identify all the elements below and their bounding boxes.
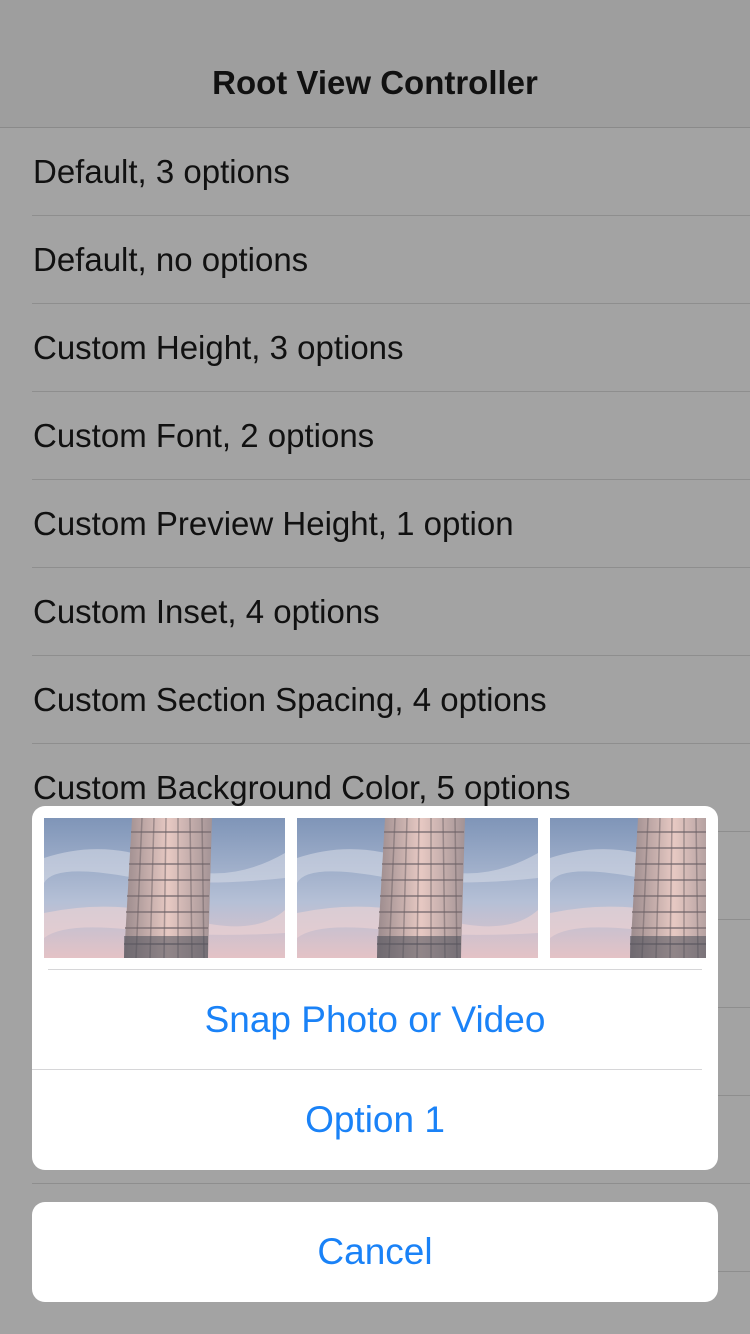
list-item-label: Custom Height, 3 options [33,329,404,366]
action-sheet: Snap Photo or Video Option 1 [32,806,718,1170]
list-item-label: Custom Background Color, 5 options [33,769,571,806]
list-item[interactable]: Custom Section Spacing, 4 options [0,656,750,744]
list-item[interactable]: Custom Height, 3 options [0,304,750,392]
photo-thumbnail[interactable] [550,818,706,958]
list-item-label: Default, no options [33,241,309,278]
list-item-label: Custom Inset, 4 options [33,593,380,630]
list-item[interactable]: Default, 3 options [0,128,750,216]
photo-thumbnail[interactable] [297,818,538,958]
list-item[interactable]: Custom Preview Height, 1 option [0,480,750,568]
navigation-bar: Root View Controller [0,0,750,128]
photo-preview-strip[interactable] [44,818,706,964]
nav-title: Root View Controller [212,64,538,101]
list-item[interactable]: Custom Inset, 4 options [0,568,750,656]
cancel-button[interactable]: Cancel [32,1202,718,1302]
list-item-label: Custom Section Spacing, 4 options [33,681,547,718]
list-item-label: Default, 3 options [33,153,290,190]
snap-photo-button[interactable]: Snap Photo or Video [32,970,718,1070]
photo-thumbnail[interactable] [44,818,285,958]
list-item[interactable]: Custom Font, 2 options [0,392,750,480]
list-item-label: Custom Font, 2 options [33,417,375,454]
list-item[interactable]: Default, no options [0,216,750,304]
option-1-button[interactable]: Option 1 [32,1070,718,1170]
list-item-label: Custom Preview Height, 1 option [33,505,514,542]
